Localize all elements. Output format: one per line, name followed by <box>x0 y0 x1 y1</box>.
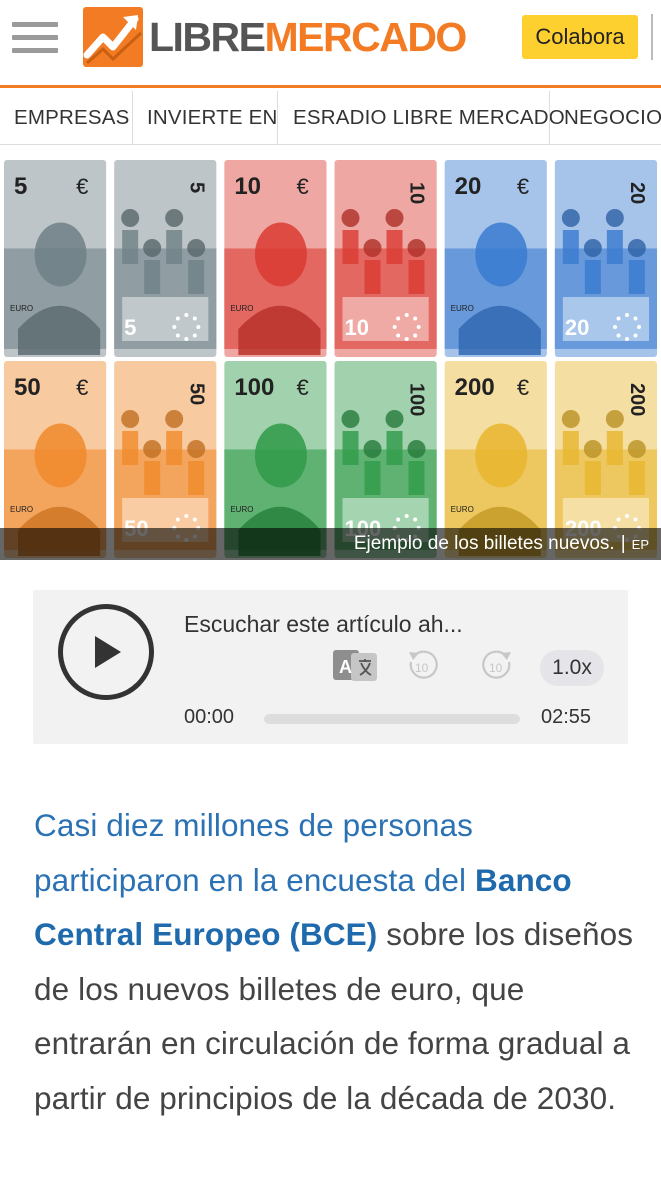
logo-text-libre: LIBRE <box>149 13 266 60</box>
player-title: Escuchar este artículo ah... <box>184 611 463 637</box>
banknote-value: 20 <box>455 173 482 200</box>
banknote-5-back: 55 <box>114 160 217 357</box>
banknote-value-bottom: 20 <box>565 315 589 340</box>
playback-speed-button[interactable]: 1.0x <box>540 650 604 686</box>
site-logo[interactable]: LIBREMERCADO <box>83 7 468 67</box>
banknote-20-front: 20 € EURO <box>444 160 547 357</box>
euro-symbol: € <box>517 174 529 199</box>
euro-symbol: € <box>517 375 529 400</box>
banknote-value-bottom: 5 <box>124 315 136 340</box>
article-lead: Casi diez millones de personas participa… <box>34 807 475 898</box>
colabora-button[interactable]: Colabora <box>522 15 638 59</box>
banknote-20-back: 2020 <box>554 160 658 357</box>
section-nav: EMPRESAS INVIERTE EN ESRADIO LIBRE MERCA… <box>0 91 661 145</box>
hero-image[interactable]: 5€EURO5510€EURO101020€EURO202050€EURO505… <box>0 158 661 560</box>
euro-label: EURO <box>230 304 253 313</box>
total-time: 02:55 <box>541 706 592 728</box>
euro-symbol: € <box>297 174 309 199</box>
banknote-5-front: 5 € EURO <box>4 160 107 357</box>
forward-10-button[interactable]: 10 <box>479 648 515 684</box>
logo-chart-icon <box>83 7 143 67</box>
nav-divider <box>277 91 278 144</box>
caption-credit: EP <box>631 537 649 552</box>
audio-player: Escuchar este artículo ah... A 10 10 1.0… <box>33 590 628 744</box>
banknote-value: 50 <box>14 374 41 401</box>
banknote-value: 5 <box>14 173 27 200</box>
nav-item-negocios[interactable]: NEGOCIOS <box>564 91 661 144</box>
euro-symbol: € <box>76 375 88 400</box>
nav-divider <box>549 91 550 144</box>
site-header: LIBREMERCADO Colabora <box>0 0 661 88</box>
play-button[interactable] <box>58 604 154 700</box>
euro-label: EURO <box>10 505 33 514</box>
nav-item-esradio[interactable]: ESRADIO LIBRE MERCADO <box>293 91 565 144</box>
current-time: 00:00 <box>184 706 235 728</box>
caption-text: Ejemplo de los billetes nuevos. <box>353 533 615 554</box>
banknote-value: 200 <box>455 374 495 401</box>
nav-divider <box>132 91 133 144</box>
nav-item-invierte-en[interactable]: INVIERTE EN <box>147 91 278 144</box>
translate-button[interactable]: A <box>333 649 379 683</box>
header-divider <box>651 14 653 60</box>
euro-symbol: € <box>76 174 88 199</box>
euro-symbol: € <box>297 375 309 400</box>
article-body: Casi diez millones de personas participa… <box>34 798 634 1125</box>
nav-item-empresas[interactable]: EMPRESAS <box>14 91 130 144</box>
euro-label: EURO <box>230 505 253 514</box>
translate-icon: A <box>333 650 377 681</box>
euro-label: EURO <box>451 304 474 313</box>
caption-separator: | <box>620 533 626 554</box>
rewind-seconds: 10 <box>415 661 429 675</box>
progress-bar[interactable] <box>264 714 520 724</box>
forward-10-icon: 10 <box>482 650 511 679</box>
banknote-value: 20 <box>626 182 648 204</box>
banknote-10-back: 10 10 <box>334 160 437 357</box>
euro-label: EURO <box>451 505 474 514</box>
rewind-10-icon: 10 <box>409 650 438 679</box>
banknote-value: 50 <box>185 383 207 405</box>
banknote-value: 200 <box>626 383 648 416</box>
banknote-10-front: 10 € EURO <box>224 160 327 357</box>
banknote-value: 100 <box>234 374 274 401</box>
image-caption: Ejemplo de los billetes nuevos. | EP <box>0 528 661 560</box>
translate-glyph: A <box>339 657 352 677</box>
logo-text-mercado: MERCADO <box>264 13 468 60</box>
rewind-10-button[interactable]: 10 <box>405 648 441 684</box>
banknote-value: 5 <box>185 182 207 193</box>
euro-label: EURO <box>10 304 33 313</box>
banknote-value: 10 <box>234 173 261 200</box>
banknote-value: 100 <box>406 383 428 416</box>
hamburger-menu-icon[interactable] <box>12 20 60 56</box>
banknotes-illustration: 5€EURO5510€EURO101020€EURO202050€EURO505… <box>4 160 658 558</box>
logo-wordmark: LIBREMERCADO <box>149 13 468 60</box>
play-icon <box>95 636 121 668</box>
forward-seconds: 10 <box>489 661 503 675</box>
banknote-value: 10 <box>406 182 428 204</box>
banknote-value-bottom: 10 <box>345 315 369 340</box>
